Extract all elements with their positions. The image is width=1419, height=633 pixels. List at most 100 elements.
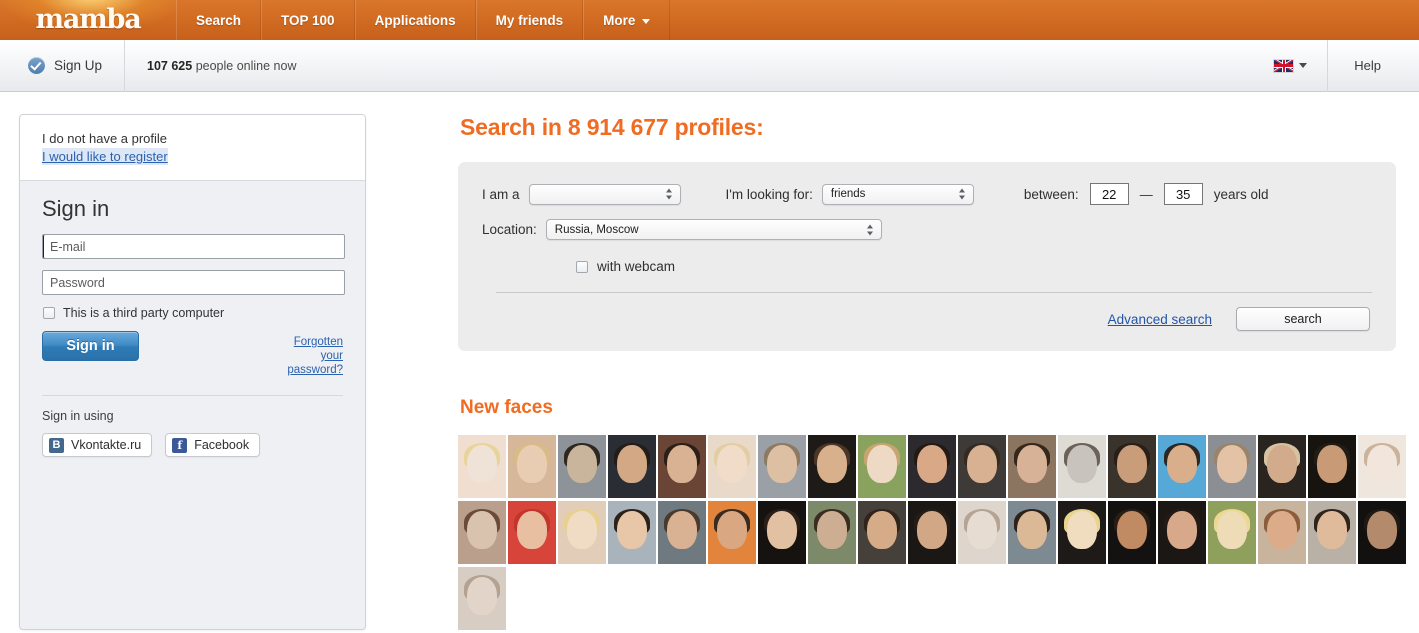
profile-thumbnail[interactable]: [1058, 435, 1106, 498]
profile-thumbnail[interactable]: [658, 501, 706, 564]
profile-thumbnail[interactable]: [808, 435, 856, 498]
profile-photo: [758, 501, 806, 564]
search-form-panel: I am a I'm looking for: friends between:…: [458, 162, 1396, 351]
looking-for-value: friends: [830, 188, 866, 200]
profile-photo: [1258, 501, 1306, 564]
profile-photo: [1258, 435, 1306, 498]
forgotten-password-link[interactable]: Forgotten your password?: [279, 331, 343, 377]
profile-photo: [1158, 435, 1206, 498]
profile-thumbnail[interactable]: [958, 501, 1006, 564]
age-from-input[interactable]: [1089, 183, 1129, 205]
profile-thumbnail[interactable]: [858, 501, 906, 564]
third-party-checkbox[interactable]: [43, 307, 55, 319]
search-panel-divider: [496, 292, 1372, 293]
profile-photo: [858, 435, 906, 498]
profile-photo: [1108, 501, 1156, 564]
profile-thumbnail[interactable]: [508, 501, 556, 564]
sign-up-button[interactable]: Sign Up: [14, 39, 126, 92]
register-link[interactable]: I would like to register: [42, 148, 168, 165]
search-actions: Advanced search search: [482, 307, 1372, 331]
chevron-down-icon: [642, 18, 651, 24]
nav-item-search[interactable]: Search: [176, 0, 262, 40]
third-party-computer-row[interactable]: This is a third party computer: [43, 306, 343, 320]
profile-thumbnail[interactable]: [1208, 435, 1256, 498]
profile-thumbnail[interactable]: [1308, 435, 1356, 498]
profile-thumbnail[interactable]: [708, 501, 756, 564]
profile-thumbnail[interactable]: [458, 435, 506, 498]
third-party-label: This is a third party computer: [63, 306, 225, 320]
profile-thumbnail[interactable]: [958, 435, 1006, 498]
vkontakte-login-button[interactable]: B Vkontakte.ru: [42, 433, 153, 457]
profile-thumbnail[interactable]: [608, 501, 656, 564]
profile-thumbnail[interactable]: [558, 501, 606, 564]
age-to-input[interactable]: [1163, 183, 1203, 205]
page-title: Search in 8 914 677 profiles:: [460, 114, 764, 140]
nav-item-applications[interactable]: Applications: [354, 0, 476, 40]
search-button[interactable]: search: [1236, 307, 1370, 331]
location-value: Russia, Moscow: [554, 223, 639, 236]
profile-thumbnail[interactable]: [1058, 501, 1106, 564]
select-arrows-icon: [665, 188, 673, 201]
webcam-filter-row[interactable]: with webcam: [576, 259, 1372, 274]
help-label: Help: [1354, 58, 1381, 73]
sign-in-actions: Sign in Forgotten your password?: [42, 331, 343, 377]
logo-text: mamba: [35, 3, 141, 35]
no-profile-text: I do not have a profile: [42, 131, 168, 146]
profile-thumbnail[interactable]: [758, 435, 806, 498]
nav-item-my-friends[interactable]: My friends: [475, 0, 584, 40]
profile-thumbnail[interactable]: [808, 501, 856, 564]
i-am-a-select[interactable]: [528, 183, 681, 205]
profile-thumbnail[interactable]: [1208, 501, 1256, 564]
nav-item-label: More: [603, 12, 636, 28]
profile-photo: [908, 435, 956, 498]
profile-thumbnail[interactable]: [458, 501, 506, 564]
profile-thumbnail[interactable]: [1158, 501, 1206, 564]
profile-thumbnail[interactable]: [1008, 435, 1056, 498]
profile-thumbnail[interactable]: [1158, 435, 1206, 498]
nav-item-label: My friends: [495, 12, 564, 28]
looking-for-select[interactable]: friends: [821, 183, 974, 205]
advanced-search-link[interactable]: Advanced search: [1108, 312, 1212, 327]
profile-thumbnail[interactable]: [908, 435, 956, 498]
profile-thumbnail[interactable]: [758, 501, 806, 564]
profile-thumbnail[interactable]: [1358, 435, 1406, 498]
profile-thumbnail[interactable]: [608, 435, 656, 498]
help-link[interactable]: Help: [1328, 40, 1405, 92]
select-arrows-icon: [866, 223, 874, 236]
profile-thumbnail[interactable]: [908, 501, 956, 564]
secondary-bar-right: Help: [1254, 39, 1405, 92]
profile-thumbnail[interactable]: [1108, 435, 1156, 498]
location-select[interactable]: Russia, Moscow: [545, 219, 882, 240]
profile-thumbnail[interactable]: [1258, 435, 1306, 498]
facebook-login-button[interactable]: f Facebook: [165, 433, 261, 457]
profile-thumbnail[interactable]: [508, 435, 556, 498]
profile-photo: [608, 501, 656, 564]
profile-thumbnail[interactable]: [458, 567, 506, 630]
profile-thumbnail[interactable]: [1308, 501, 1356, 564]
email-field[interactable]: [42, 234, 345, 259]
nav-item-top-100[interactable]: TOP 100: [261, 0, 355, 40]
login-panel: I do not have a profile I would like to …: [19, 114, 366, 630]
profile-thumbnail[interactable]: [1008, 501, 1056, 564]
profile-photo: [1358, 435, 1406, 498]
password-field[interactable]: [42, 270, 345, 295]
language-selector[interactable]: [1254, 39, 1329, 92]
profile-thumbnail[interactable]: [658, 435, 706, 498]
profile-thumbnail[interactable]: [708, 435, 756, 498]
profile-thumbnail[interactable]: [858, 435, 906, 498]
profile-thumbnail[interactable]: [1258, 501, 1306, 564]
profile-thumbnail[interactable]: [558, 435, 606, 498]
webcam-checkbox[interactable]: [576, 260, 588, 273]
facebook-icon: f: [172, 437, 188, 453]
nav-item-more[interactable]: More: [583, 0, 671, 40]
main-content: Search in 8 914 677 profiles: I am a I'm…: [458, 114, 1406, 630]
sign-in-button[interactable]: Sign in: [42, 331, 139, 361]
nav-item-label: Applications: [374, 12, 456, 28]
uk-flag-icon: [1274, 59, 1294, 72]
site-logo[interactable]: mamba: [0, 0, 176, 40]
i-am-a-label: I am a: [482, 186, 520, 202]
profile-thumbnail[interactable]: [1358, 501, 1406, 564]
profile-thumbnail[interactable]: [1108, 501, 1156, 564]
profile-photo: [658, 435, 706, 498]
online-count-text: people online now: [195, 58, 297, 73]
